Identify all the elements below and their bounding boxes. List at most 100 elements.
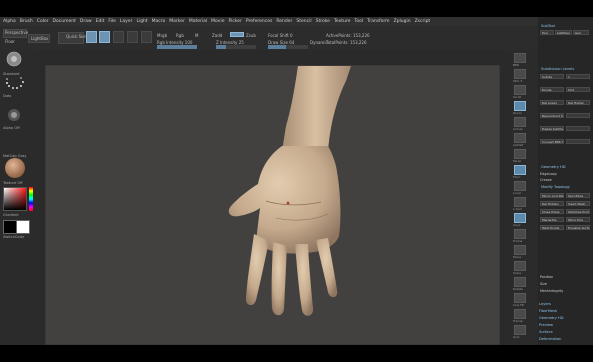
topology-del-hidden-button[interactable]: Del Hidden (540, 201, 564, 206)
subdiv-row-value[interactable]: 1 (566, 74, 590, 79)
right-shelf-transp-button[interactable] (514, 309, 526, 319)
main-color-swatch[interactable] (3, 220, 17, 234)
mesh-integrity-label[interactable]: MeshIntegrity (540, 289, 563, 293)
menu-item-file[interactable]: File (108, 19, 116, 24)
rgb-intensity-slider[interactable] (157, 45, 197, 49)
menu-item-zplugin[interactable]: Zplugin (394, 19, 411, 24)
position-label[interactable]: Position (540, 275, 553, 279)
rotate-mode-button[interactable] (141, 31, 152, 43)
right-shelf-zoom-button[interactable] (514, 101, 526, 111)
right-shelf-solo-button[interactable] (514, 325, 526, 335)
menu-item-stencil[interactable]: Stencil (296, 19, 311, 24)
topology-equalize-surface-area-button[interactable]: Equalize Surface Area (566, 225, 590, 230)
right-shelf-frame-button[interactable] (514, 229, 526, 239)
move-mode-button[interactable] (113, 31, 124, 43)
subtool-header[interactable]: SubTool (541, 24, 555, 28)
topology-optimize-points-button[interactable]: Optimize Points (566, 209, 590, 214)
right-shelf-aahalf-button[interactable] (514, 133, 526, 143)
right-shelf-spix-3-button[interactable] (514, 69, 526, 79)
menu-item-movie[interactable]: Movie (211, 19, 224, 24)
edit-mode-button[interactable] (86, 31, 97, 43)
topology-mirror-and-weld-button[interactable]: Mirror And Weld (540, 193, 564, 198)
right-shelf-bpr-button[interactable] (514, 53, 526, 63)
secondary-color-swatch[interactable] (16, 220, 30, 234)
tool-section-surface[interactable]: Surface (539, 330, 592, 335)
menu-item-tool[interactable]: Tool (354, 19, 363, 24)
topology-insert-mesh-button[interactable]: Insert Mesh (566, 201, 590, 206)
menu-item-draw[interactable]: Draw (80, 19, 92, 24)
right-shelf-line-fill-button[interactable] (514, 293, 526, 303)
zsub-label[interactable]: Zsub (246, 33, 256, 38)
menu-item-color[interactable]: Color (37, 19, 49, 24)
subdiv-row-label[interactable]: Del Lower (540, 100, 564, 105)
menu-item-zscript[interactable]: Zscript (415, 19, 431, 24)
mrgb-label[interactable]: Mrgb (157, 33, 167, 38)
document-canvas[interactable] (45, 65, 500, 345)
menu-item-light[interactable]: Light (136, 19, 147, 24)
menu-item-material[interactable]: Material (189, 19, 207, 24)
subdiv-row-value[interactable] (566, 113, 590, 118)
subdiv-row-value[interactable] (566, 126, 590, 131)
right-shelf-l-sym-button[interactable] (514, 197, 526, 207)
subdiv-row-label[interactable]: Divide (540, 87, 564, 92)
right-shelf-floor-button[interactable] (514, 165, 526, 175)
edge-loop-label[interactable]: EdgeLoop (540, 172, 557, 176)
right-shelf-scroll-button[interactable] (514, 85, 526, 95)
menu-item-marker[interactable]: Marker (169, 19, 185, 24)
right-shelf-move-button[interactable] (514, 245, 526, 255)
subdiv-row-value[interactable]: Smt (566, 87, 590, 92)
color-picker[interactable] (3, 187, 27, 211)
menu-item-picker[interactable]: Picker (228, 19, 241, 24)
subdiv-row-label[interactable]: Reconstruct Subdiv (540, 113, 564, 118)
tool-section-preview[interactable]: Preview (539, 323, 592, 328)
menu-item-document[interactable]: Document (53, 19, 76, 24)
topology-close-holes-button[interactable]: Close Holes (540, 209, 564, 214)
subdiv-row-label[interactable]: Convert BPR To Geo (540, 139, 564, 144)
menu-item-layer[interactable]: Layer (120, 19, 133, 24)
right-shelf-scale-button[interactable] (514, 261, 526, 271)
topology-micro-poly-button[interactable]: Micro Poly (566, 217, 590, 222)
material-sphere-icon[interactable] (5, 158, 25, 178)
menu-item-macro[interactable]: Macro (152, 19, 166, 24)
menu-item-texture[interactable]: Texture (334, 19, 350, 24)
tool-button[interactable]: Tool (540, 30, 554, 35)
right-shelf-actual-button[interactable] (514, 117, 526, 127)
crease-label[interactable]: Crease (540, 178, 552, 182)
subdiv-row-value[interactable] (566, 139, 590, 144)
zadd-label[interactable]: Zadd (212, 33, 222, 38)
menu-item-render[interactable]: Render (276, 19, 292, 24)
topology-mergetris-button[interactable]: MergeTris (540, 217, 564, 222)
size-label[interactable]: Size (540, 282, 547, 286)
rgb-label[interactable]: Rgb (176, 33, 184, 38)
menu-item-edit[interactable]: Edit (96, 19, 105, 24)
zadd-button[interactable] (230, 32, 244, 37)
scale-mode-button[interactable] (127, 31, 138, 43)
menu-item-alpha[interactable]: Alpha (3, 19, 16, 24)
draw-size-slider[interactable] (268, 45, 308, 49)
right-shelf-persp-button[interactable] (514, 149, 526, 159)
goz-button[interactable]: Goz (573, 30, 589, 35)
dynamic-button[interactable]: Dynamic (310, 40, 328, 45)
draw-mode-button[interactable] (99, 31, 110, 43)
m-label[interactable]: M (195, 33, 198, 38)
hue-strip[interactable] (29, 187, 33, 211)
hand-model[interactable] (46, 66, 501, 346)
lightbox-tool-button[interactable]: Lightbox (555, 30, 572, 35)
subdiv-row-label[interactable]: Freeze SubDivision Levels (540, 126, 564, 131)
z-intensity-slider[interactable] (216, 45, 256, 49)
topology-weld-points-button[interactable]: Weld Points (540, 225, 564, 230)
switch-color-label[interactable]: SwitchColor (3, 235, 24, 239)
tool-section-deformation[interactable]: Deformation (539, 337, 592, 342)
tool-section-geometry-hd[interactable]: Geometry HD (539, 316, 592, 321)
menu-item-brush[interactable]: Brush (20, 19, 33, 24)
viewport[interactable] (38, 50, 510, 345)
right-shelf-rotate-button[interactable] (514, 277, 526, 287)
right-shelf-gxyz-button[interactable] (514, 213, 526, 223)
subdiv-row-label[interactable]: Subdiv (540, 74, 564, 79)
tool-section-fibermesh[interactable]: FiberMesh (539, 309, 592, 314)
menu-item-stroke[interactable]: Stroke (316, 19, 330, 24)
menu-item-transform[interactable]: Transform (367, 19, 389, 24)
topology-spin-edge-button[interactable]: Spin Edge (566, 193, 590, 198)
menu-item-preferences[interactable]: Preferences (246, 19, 272, 24)
subdiv-row-value[interactable]: Del Higher (566, 100, 590, 105)
